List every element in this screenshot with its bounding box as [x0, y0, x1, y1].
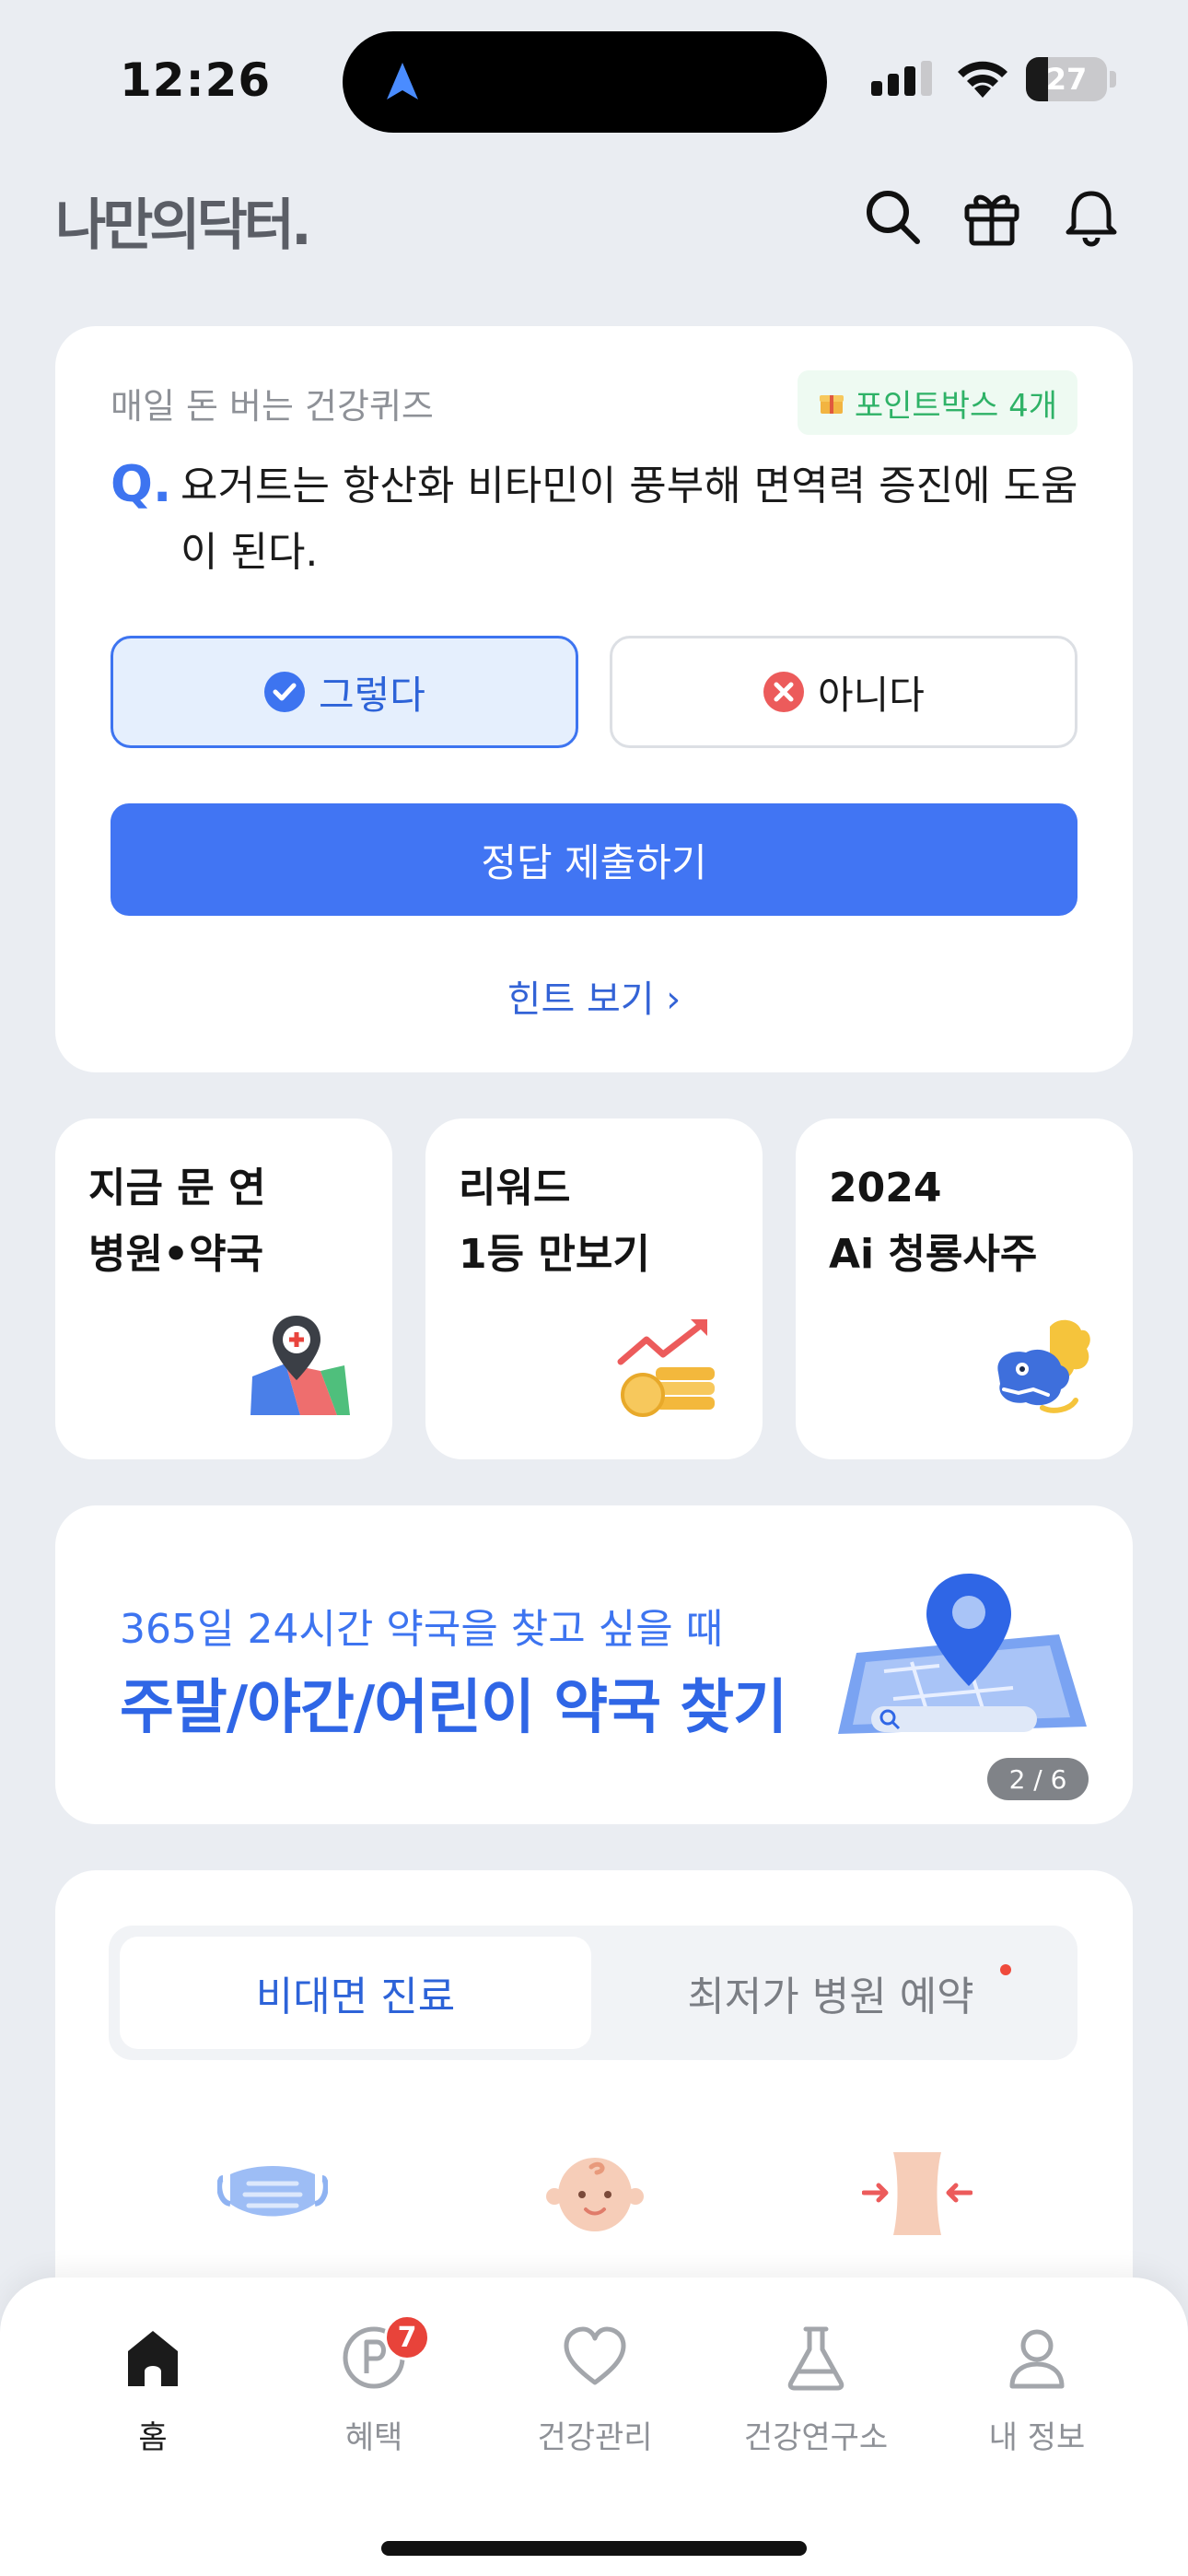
status-bar: 12:26 27 — [0, 0, 1188, 157]
points-box-label: 포인트박스 4개 — [854, 387, 1057, 425]
app-logo: 나만의닥터. — [55, 193, 312, 258]
tile-line2: 1등 만보기 — [459, 1231, 650, 1278]
nav-benefits[interactable]: 7 혜택 — [273, 2314, 475, 2471]
nav-health-care[interactable]: 건강관리 — [494, 2324, 696, 2471]
nav-benefits-label: 혜택 — [344, 2419, 403, 2456]
tile-reward-pedometer[interactable]: 리워드 1등 만보기 — [425, 1118, 763, 1459]
new-dot-indicator — [1000, 1964, 1011, 1975]
wifi-icon — [958, 61, 1007, 98]
coins-chart-icon — [617, 1319, 715, 1417]
tab-telemedicine[interactable]: 비대면 진료 — [120, 1937, 591, 2049]
tile-line1: 리워드 — [459, 1165, 571, 1212]
app-header: 나만의닥터. — [0, 175, 1188, 258]
nav-my-info[interactable]: 내 정보 — [936, 2324, 1138, 2471]
map-location-illustration — [838, 1574, 1087, 1734]
benefits-badge: 7 — [384, 2314, 430, 2360]
submit-answer-button[interactable]: 정답 제출하기 — [111, 803, 1077, 916]
status-time: 12:26 — [120, 53, 272, 107]
navigation-arrow-icon — [387, 63, 418, 100]
tile-line1: 지금 문 연 — [88, 1165, 266, 1212]
tile-line2: 병원•약국 — [88, 1231, 264, 1278]
bottom-navigation: 홈 7 혜택 건강관리 건강연구소 내 정보 — [0, 2277, 1188, 2576]
nav-home[interactable]: 홈 — [52, 2324, 254, 2471]
gift-box-icon — [819, 395, 844, 414]
dynamic-island — [343, 31, 827, 133]
gift-icon[interactable] — [961, 186, 1022, 247]
pharmacy-finder-banner[interactable]: 365일 24시간 약국을 찾고 싶을 때 주말/야간/어린이 약국 찾기 2 … — [55, 1505, 1133, 1824]
banner-pager: 2 / 6 — [987, 1758, 1089, 1800]
question-mark-label: Q. — [111, 455, 172, 513]
map-pin-icon — [250, 1316, 350, 1415]
answer-yes-label: 그렇다 — [319, 672, 425, 718]
tile-open-hospitals[interactable]: 지금 문 연 병원•약국 — [55, 1118, 392, 1459]
home-icon — [128, 2331, 178, 2386]
banner-title: 주말/야간/어린이 약국 찾기 — [120, 1674, 787, 1742]
battery-indicator: 27 — [1026, 57, 1116, 101]
health-quiz-card: 매일 돈 버는 건강퀴즈 포인트박스 4개 Q. 요거트는 항산화 비타민이 풍… — [55, 326, 1133, 1072]
nav-health-care-label: 건강관리 — [537, 2419, 653, 2456]
search-icon[interactable] — [862, 186, 923, 247]
battery-level: 27 — [1045, 62, 1088, 97]
x-circle-icon — [763, 672, 805, 712]
answer-no-label: 아니다 — [818, 672, 925, 718]
answer-no-button[interactable]: 아니다 — [610, 636, 1077, 748]
points-box-badge[interactable]: 포인트박스 4개 — [797, 370, 1077, 435]
flask-icon — [787, 2326, 844, 2391]
waist-slim-icon — [862, 2152, 973, 2235]
user-icon — [1009, 2329, 1065, 2389]
blue-dragon-icon — [997, 1319, 1090, 1413]
tab-hospital-booking[interactable]: 최저가 병원 예약 — [595, 1937, 1066, 2049]
home-indicator[interactable] — [381, 2541, 807, 2556]
heart-icon — [564, 2326, 626, 2385]
bell-icon[interactable] — [1061, 186, 1122, 247]
quiz-label: 매일 돈 버는 건강퀴즈 — [111, 386, 434, 427]
mask-icon — [217, 2166, 328, 2217]
tile-line2: Ai 청룡사주 — [829, 1231, 1038, 1278]
answer-yes-button[interactable]: 그렇다 — [111, 636, 578, 748]
tile-ai-fortune[interactable]: 2024 Ai 청룡사주 — [796, 1118, 1133, 1459]
banner-subtitle: 365일 24시간 약국을 찾고 싶을 때 — [120, 1606, 724, 1653]
hint-link[interactable]: 힌트 보기 › — [55, 969, 1133, 1023]
baby-face-icon — [546, 2158, 644, 2231]
treatment-tabs: 비대면 진료 최저가 병원 예약 — [109, 1926, 1077, 2060]
tile-line1: 2024 — [829, 1165, 942, 1212]
nav-health-lab[interactable]: 건강연구소 — [715, 2324, 917, 2471]
check-circle-icon — [264, 672, 306, 712]
quiz-question: 요거트는 항산화 비타민이 풍부해 면역력 증진에 도움이 된다. — [181, 463, 1078, 576]
nav-home-label: 홈 — [138, 2419, 168, 2456]
cellular-signal-icon — [871, 61, 932, 96]
nav-health-lab-label: 건강연구소 — [743, 2419, 889, 2456]
nav-my-info-label: 내 정보 — [988, 2419, 1086, 2456]
tab-hospital-booking-label: 최저가 병원 예약 — [687, 1973, 974, 2020]
